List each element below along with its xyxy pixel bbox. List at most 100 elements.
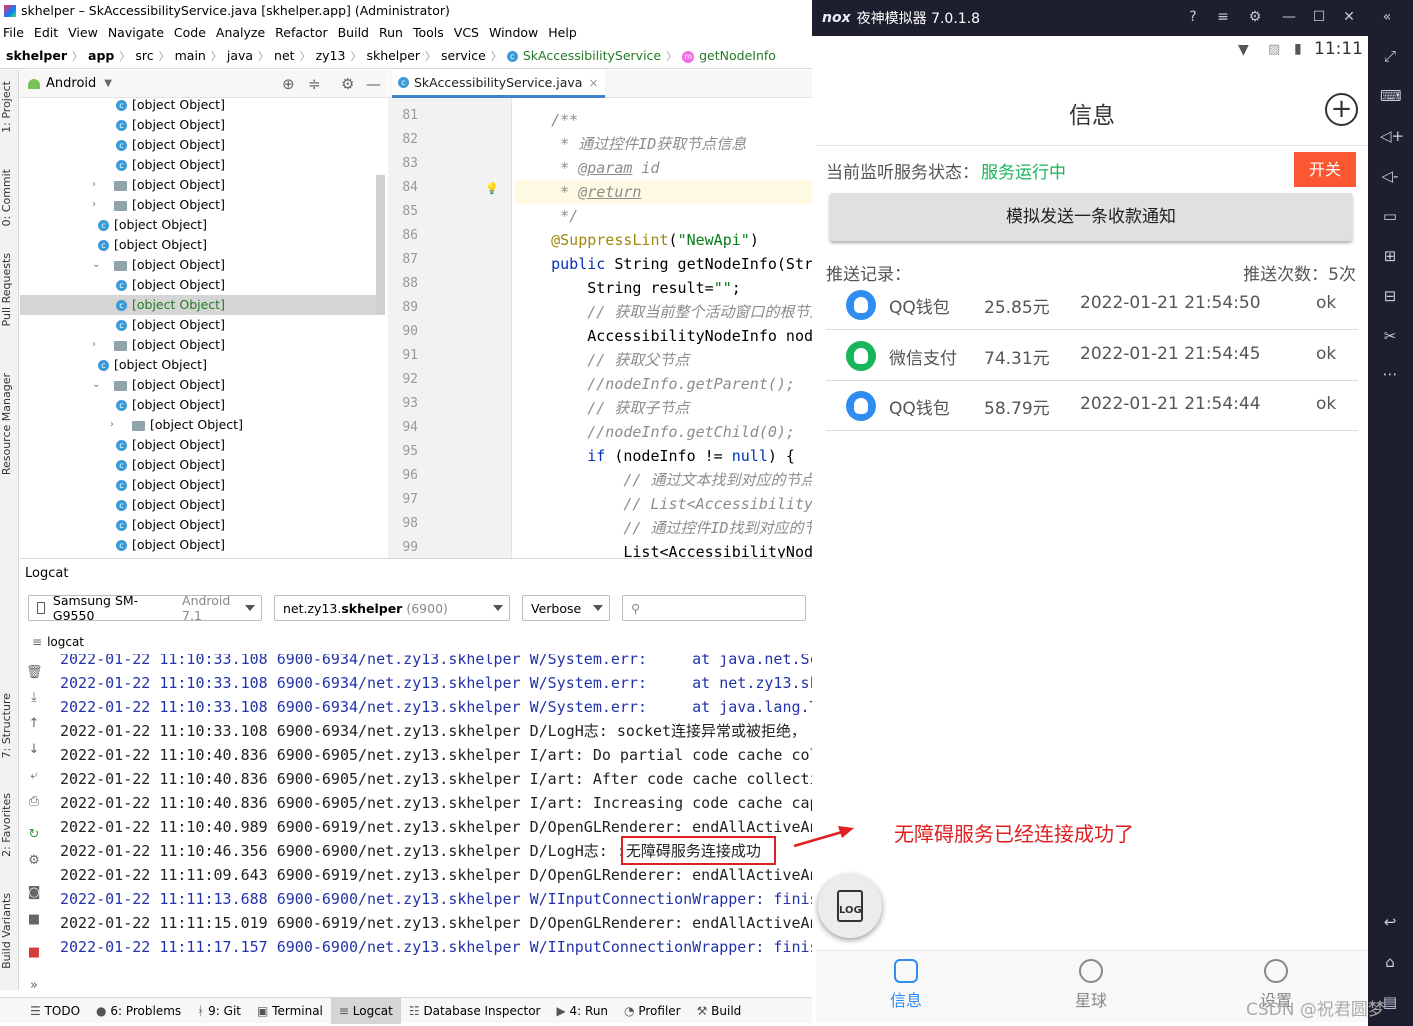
tree-class[interactable]: c [object Object] bbox=[20, 235, 377, 255]
log-fab-button[interactable]: LOG bbox=[818, 874, 882, 938]
tree-folder[interactable]: › [object Object] bbox=[20, 175, 377, 195]
menu-item-refactor[interactable]: Refactor bbox=[275, 25, 327, 40]
collapse-sidebar-icon[interactable]: « bbox=[1378, 8, 1396, 26]
log-line[interactable]: 2022-01-22 11:10:33.108 6900-6934/net.zy… bbox=[60, 719, 806, 743]
code-line[interactable]: // 通过文本找到对应的节点集合 bbox=[515, 468, 812, 492]
bottom-tab-9-git[interactable]: ᚼ 9: Git bbox=[189, 998, 249, 1024]
tree-folder[interactable]: › [object Object] bbox=[20, 195, 377, 215]
fullscreen-icon[interactable]: ⤢ bbox=[1380, 46, 1400, 66]
restart-icon[interactable]: ↻ bbox=[26, 828, 42, 842]
tree-class[interactable]: c [object Object] bbox=[20, 155, 377, 175]
bottom-tab-6-problems[interactable]: ● 6: Problems bbox=[88, 998, 189, 1024]
bottom-tab-profiler[interactable]: ◔ Profiler bbox=[616, 998, 689, 1024]
soft-wrap-icon[interactable]: ⤶ bbox=[26, 769, 42, 783]
log-line[interactable]: 2022-01-22 11:10:33.108 6900-6934/net.zy… bbox=[60, 654, 812, 671]
tree-class[interactable]: c [object Object] bbox=[20, 495, 377, 515]
breadcrumb-item[interactable]: m getNodeInfo bbox=[682, 48, 776, 63]
record-row[interactable]: QQ钱包 58.79元 2022-01-21 21:54:44 ok bbox=[826, 381, 1358, 431]
menu-item-build[interactable]: Build bbox=[338, 25, 369, 40]
trash-icon[interactable]: 🗑 bbox=[26, 666, 43, 680]
log-level-select[interactable]: Verbose bbox=[522, 595, 610, 621]
tree-folder[interactable]: ⌄ [object Object] bbox=[20, 255, 377, 275]
nav-planet[interactable]: 星球 bbox=[1051, 959, 1131, 1011]
log-line[interactable]: 2022-01-22 11:10:33.108 6900-6934/net.zy… bbox=[60, 695, 812, 719]
volume-down-icon[interactable]: ◁- bbox=[1380, 166, 1400, 186]
log-line[interactable]: 2022-01-22 11:11:13.688 6900-6900/net.zy… bbox=[60, 887, 812, 911]
tree-class[interactable]: c [object Object] bbox=[20, 115, 377, 135]
tree-class[interactable]: c [object Object] bbox=[20, 135, 377, 155]
add-icon[interactable]: + bbox=[1325, 93, 1358, 126]
tree-class[interactable]: c [object Object] bbox=[20, 535, 377, 555]
arrow-up-icon[interactable]: ↑ bbox=[26, 717, 42, 731]
tab-skaccessibilityservice[interactable]: c SkAccessibilityService.java × bbox=[392, 70, 605, 98]
gear-icon[interactable]: ⚙ bbox=[341, 75, 354, 93]
code-line[interactable] bbox=[515, 98, 812, 108]
stop-icon[interactable]: ■ bbox=[26, 946, 42, 960]
log-line[interactable]: 2022-01-22 11:11:15.019 6900-6919/net.zy… bbox=[60, 911, 812, 935]
left-tab[interactable]: 7: Structure bbox=[0, 690, 19, 761]
code-line[interactable]: //nodeInfo.getChild(0); bbox=[515, 420, 812, 444]
chevron-down-icon[interactable]: ▼ bbox=[104, 78, 112, 89]
scroll-end-icon[interactable]: ⤓ bbox=[26, 691, 42, 705]
print-icon[interactable]: ⎙ bbox=[26, 795, 42, 809]
chevron-down-icon[interactable]: ⌄ bbox=[92, 255, 102, 275]
breadcrumb-item[interactable]: c SkAccessibilityService bbox=[506, 48, 661, 63]
breadcrumb-item[interactable]: service bbox=[441, 48, 486, 63]
breadcrumb-item[interactable]: src bbox=[135, 48, 153, 63]
left-tab[interactable]: Pull Requests bbox=[0, 250, 19, 329]
breadcrumb-item[interactable]: net bbox=[274, 48, 295, 63]
log-line[interactable]: 2022-01-22 11:10:40.836 6900-6905/net.zy… bbox=[60, 767, 812, 791]
screen-icon[interactable]: ▭ bbox=[1380, 206, 1400, 226]
scissors-icon[interactable]: ✂ bbox=[1380, 326, 1400, 346]
bottom-tab-database-inspector[interactable]: ☷ Database Inspector bbox=[401, 998, 549, 1024]
left-tab[interactable]: 2: Favorites bbox=[0, 790, 19, 860]
menu-item-analyze[interactable]: Analyze bbox=[216, 25, 265, 40]
more-icon[interactable]: » bbox=[26, 979, 42, 993]
process-select[interactable]: net.zy13. skhelper (6900) bbox=[274, 595, 510, 621]
code-line[interactable]: * 通过控件ID获取节点信息 bbox=[515, 132, 812, 156]
breadcrumb-item[interactable]: app bbox=[88, 48, 114, 63]
help-icon[interactable]: ? bbox=[1184, 8, 1202, 26]
log-line[interactable]: 2022-01-22 11:10:40.836 6900-6905/net.zy… bbox=[60, 791, 812, 815]
apk-icon[interactable]: ⊞ bbox=[1380, 246, 1400, 266]
home-icon[interactable]: ⌂ bbox=[1380, 952, 1400, 972]
breadcrumb-item[interactable]: java bbox=[227, 48, 253, 63]
back-icon[interactable]: ↩ bbox=[1380, 912, 1400, 932]
device-select[interactable]: Samsung SM-G9550 Android 7.1 bbox=[28, 593, 262, 623]
code-line[interactable]: /** bbox=[515, 108, 812, 132]
keyboard-icon[interactable]: ⌨ bbox=[1380, 86, 1402, 106]
code-line[interactable]: @SuppressLint("NewApi") bbox=[515, 228, 812, 252]
menu-item-edit[interactable]: Edit bbox=[34, 25, 58, 40]
volume-up-icon[interactable]: ◁+ bbox=[1380, 126, 1404, 146]
tree-class[interactable]: c [object Object] bbox=[20, 455, 377, 475]
chevron-right-icon[interactable]: › bbox=[92, 195, 102, 215]
menu-item-navigate[interactable]: Navigate bbox=[108, 25, 164, 40]
breadcrumb-item[interactable]: skhelper bbox=[366, 48, 420, 63]
maximize-icon[interactable]: ☐ bbox=[1310, 8, 1328, 26]
toolbox-icon[interactable]: ⊟ bbox=[1380, 286, 1400, 306]
minimize-icon[interactable]: — bbox=[366, 75, 381, 93]
tree-class[interactable]: c [object Object] bbox=[20, 315, 377, 335]
menu-item-tools[interactable]: Tools bbox=[413, 25, 444, 40]
tree-class[interactable]: c [object Object] bbox=[20, 275, 377, 295]
tree-class[interactable]: c [object Object] bbox=[20, 515, 377, 535]
bottom-tab-logcat[interactable]: ≡ Logcat bbox=[330, 997, 401, 1024]
bottom-tab-4-run[interactable]: ▶ 4: Run bbox=[548, 998, 616, 1024]
locate-icon[interactable]: ⊕ bbox=[282, 75, 295, 93]
gear-icon[interactable]: ⚙ bbox=[1246, 8, 1264, 26]
log-line[interactable]: 2022-01-22 11:11:09.643 6900-6919/net.zy… bbox=[60, 863, 812, 887]
code-line[interactable]: AccessibilityNodeInfo nodeInf bbox=[515, 324, 812, 348]
left-tab[interactable]: Build Variants bbox=[0, 890, 19, 972]
left-tab[interactable]: 0: Commit bbox=[0, 166, 19, 229]
bottom-tab-terminal[interactable]: ▣ Terminal bbox=[249, 998, 331, 1024]
chevron-right-icon[interactable]: › bbox=[92, 175, 102, 195]
arrow-down-icon[interactable]: ↓ bbox=[26, 743, 42, 757]
logcat-subtab[interactable]: ≡ logcat bbox=[20, 632, 812, 654]
bottom-tab-build[interactable]: ⚒ Build bbox=[689, 998, 750, 1024]
menu-item-run[interactable]: Run bbox=[379, 25, 403, 40]
chevron-right-icon[interactable]: › bbox=[110, 415, 120, 435]
bottom-tab-todo[interactable]: ☰ TODO bbox=[22, 998, 88, 1024]
code-line[interactable]: String result=""; bbox=[515, 276, 812, 300]
tree-folder[interactable]: ⌄ [object Object] bbox=[20, 375, 377, 395]
menu-item-file[interactable]: File bbox=[3, 25, 24, 40]
